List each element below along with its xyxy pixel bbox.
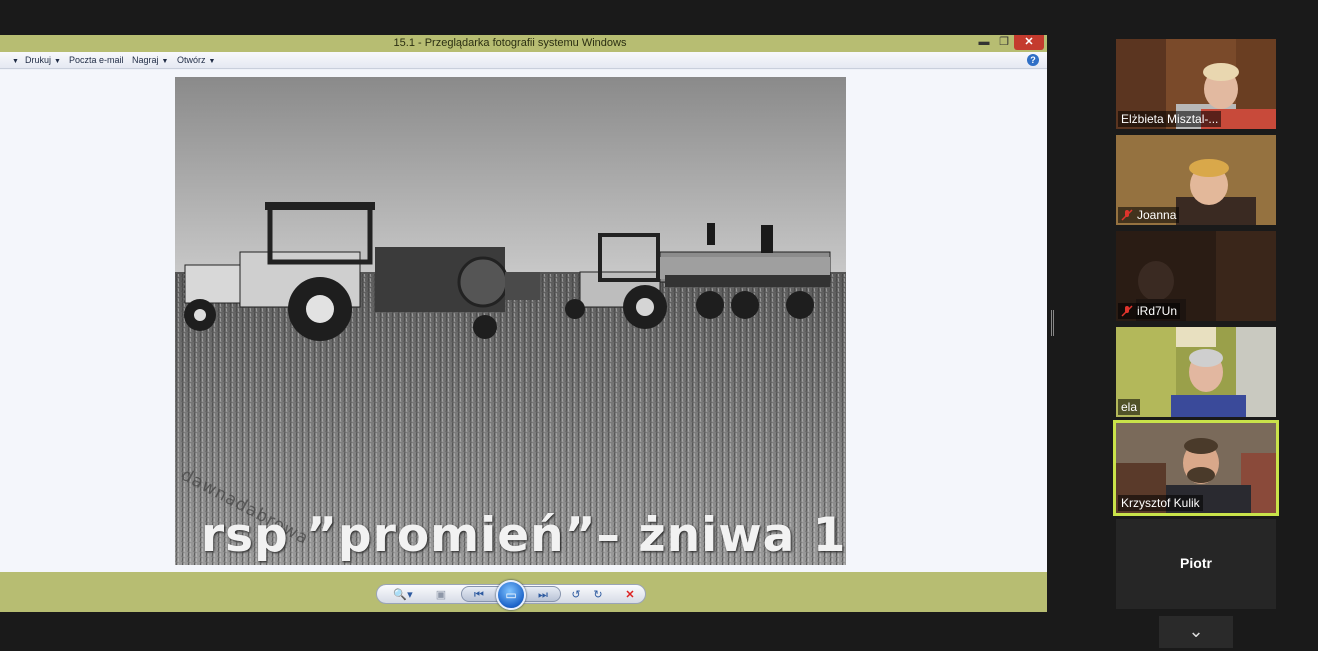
rotate-left-icon[interactable]: ↺ xyxy=(567,587,585,603)
menu-open[interactable]: Otwórz ▼ xyxy=(177,55,215,65)
participant-tile-active-speaker[interactable]: Krzysztof Kulik xyxy=(1113,420,1279,516)
playback-controls: 🔍▾ ▣ ⏮ ▭ ⏭ ↺ ↻ ✕ xyxy=(376,580,646,610)
participant-name-label: iRd7Un xyxy=(1137,304,1178,318)
minimize-button[interactable]: ▬ xyxy=(976,35,992,50)
slideshow-button[interactable]: ▭ xyxy=(496,580,526,610)
menu-email-label: Poczta e-mail xyxy=(69,55,124,65)
panel-resize-handle[interactable] xyxy=(1051,310,1054,336)
participant-name: ela xyxy=(1118,399,1141,415)
participant-tile[interactable]: iRd7Un xyxy=(1116,231,1276,321)
window-title: 15.1 - Przeglądarka fotografii systemu W… xyxy=(393,37,627,49)
delete-icon[interactable]: ✕ xyxy=(621,587,639,603)
next-icon[interactable]: ⏭ xyxy=(533,587,553,603)
close-button[interactable]: ✕ xyxy=(1014,35,1044,50)
photo-image xyxy=(175,77,846,565)
menu-bar: ▼ Drukuj ▼ Poczta e-mail Nagraj ▼ Otwórz ▼ … xyxy=(0,52,1047,69)
harvest-photo: dawnadabrowa rsp ”promień”– żniwa 1979 xyxy=(175,77,846,565)
title-bar: 15.1 - Przeglądarka fotografii systemu W… xyxy=(0,35,1047,52)
chevron-down-icon: ▼ xyxy=(54,58,61,65)
microphone-muted-icon xyxy=(1121,305,1133,317)
menu-email[interactable]: Poczta e-mail xyxy=(69,55,124,65)
photo-caption: rsp ”promień”– żniwa 1979 xyxy=(201,508,846,563)
actual-size-icon[interactable]: ▣ xyxy=(431,587,451,603)
participant-name: Piotr xyxy=(1180,555,1212,571)
participant-tile[interactable]: Joanna xyxy=(1116,135,1276,225)
previous-icon[interactable]: ⏮ xyxy=(469,587,489,603)
zoom-icon[interactable]: 🔍▾ xyxy=(391,587,415,603)
participant-tile-no-video[interactable]: Piotr xyxy=(1116,519,1276,609)
photo-viewer-window: 15.1 - Przeglądarka fotografii systemu W… xyxy=(0,35,1047,612)
rotate-right-icon[interactable]: ↻ xyxy=(589,587,607,603)
maximize-button[interactable]: ❐ xyxy=(996,35,1012,50)
chevron-down-icon: ▼ xyxy=(208,58,216,65)
chevron-down-icon: ▼ xyxy=(12,58,19,65)
help-icon[interactable]: ? xyxy=(1027,54,1039,66)
microphone-muted-icon xyxy=(1121,209,1133,221)
participant-name: Elżbieta Misztal-... xyxy=(1118,111,1222,127)
menu-burn-label: Nagraj xyxy=(132,55,159,65)
participant-name: iRd7Un xyxy=(1118,303,1181,319)
file-menu[interactable]: ▼ xyxy=(9,55,19,65)
participant-tile[interactable]: ela xyxy=(1116,327,1276,417)
menu-burn[interactable]: Nagraj ▼ xyxy=(132,55,168,65)
participant-name: Krzysztof Kulik xyxy=(1118,495,1203,511)
menu-print-label: Drukuj xyxy=(25,55,52,65)
viewer-toolbar: 🔍▾ ▣ ⏮ ▭ ⏭ ↺ ↻ ✕ xyxy=(0,572,1047,612)
chevron-down-icon[interactable]: ⌄ xyxy=(1159,616,1233,648)
participant-name: Joanna xyxy=(1118,207,1180,223)
chevron-down-icon: ▼ xyxy=(161,58,169,65)
menu-print[interactable]: Drukuj ▼ xyxy=(25,55,61,65)
menu-open-label: Otwórz xyxy=(177,55,206,65)
participant-tile[interactable]: Elżbieta Misztal-... xyxy=(1116,39,1276,129)
participant-name-label: Joanna xyxy=(1137,208,1177,222)
photo-area: dawnadabrowa rsp ”promień”– żniwa 1979 xyxy=(0,70,1047,572)
